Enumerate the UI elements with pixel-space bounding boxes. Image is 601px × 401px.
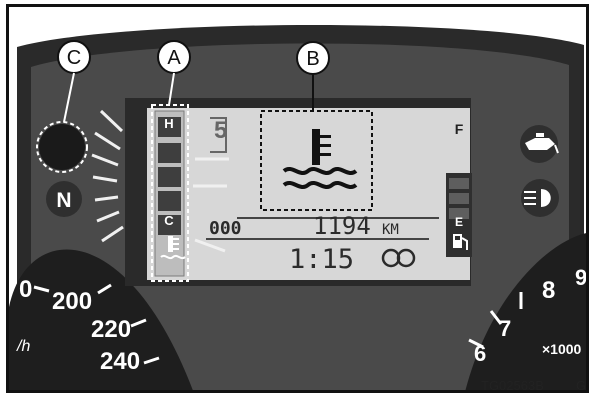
instrument-cluster-illustration: H C F E 5 000 1194 KM 1:15 N C A B 0 200… bbox=[9, 7, 587, 393]
callout-a-label: A bbox=[167, 47, 181, 69]
fuel-gauge-segment bbox=[449, 193, 469, 204]
fuel-gauge-segment bbox=[449, 178, 469, 189]
speedometer-tick-0: 0 bbox=[19, 276, 32, 303]
speedometer-unit: /h bbox=[16, 338, 30, 355]
tachometer-tick-6: 6 bbox=[474, 341, 486, 366]
temperature-hot-label: H bbox=[164, 116, 173, 131]
speedometer-tick-240: 240 bbox=[100, 348, 140, 375]
temperature-cold-label: C bbox=[164, 213, 174, 228]
callout-c-label: C bbox=[67, 47, 81, 69]
odometer-value: 1194 bbox=[313, 212, 371, 240]
fuel-empty-label: E bbox=[455, 215, 463, 229]
indicator-lamp bbox=[39, 124, 85, 170]
speedometer-tick-200: 200 bbox=[52, 288, 92, 315]
neutral-label: N bbox=[56, 189, 71, 212]
odometer-prefix: 000 bbox=[209, 218, 242, 239]
tachometer-tick-9: 9 bbox=[575, 265, 587, 290]
temperature-gauge-segment bbox=[158, 191, 181, 211]
odometer-unit: KM bbox=[382, 222, 399, 238]
tachometer-tick-7: 7 bbox=[499, 316, 511, 341]
fuel-full-label: F bbox=[455, 121, 464, 137]
callout-b-label: B bbox=[306, 48, 319, 70]
instrument-panel-diagram: H C F E 5 000 1194 KM 1:15 N C A B 0 200… bbox=[6, 4, 589, 393]
tachometer-tick-8: 8 bbox=[542, 277, 555, 304]
temperature-gauge-segment bbox=[158, 167, 181, 187]
speedometer-tick-220: 220 bbox=[91, 316, 131, 343]
figure-code-suffix: G bbox=[576, 378, 586, 393]
figure-code: TG02563B bbox=[481, 378, 544, 393]
clock-display: 1:15 bbox=[289, 244, 354, 275]
temperature-gauge-segment bbox=[158, 143, 181, 163]
tachometer-unit: ×1000 bbox=[542, 341, 582, 357]
